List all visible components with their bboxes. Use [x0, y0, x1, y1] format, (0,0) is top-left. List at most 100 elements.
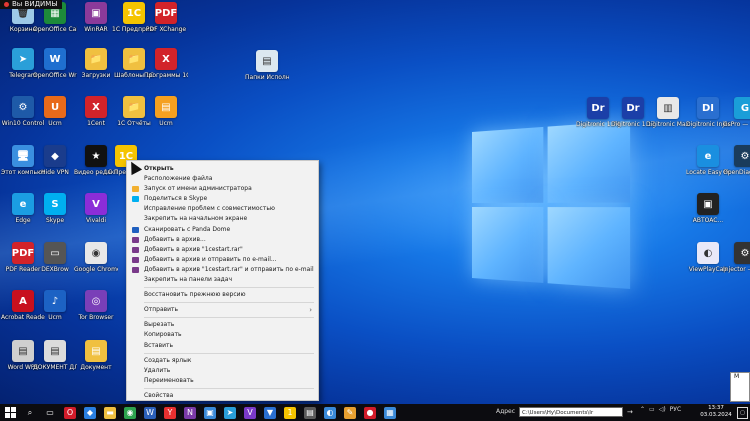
- clock[interactable]: 13:37 03.03.2024: [700, 405, 732, 418]
- address-go-icon[interactable]: →: [627, 408, 633, 416]
- address-label: Адрес: [496, 408, 516, 415]
- context-menu-item[interactable]: Переименовать: [127, 376, 318, 386]
- left-desktop-icon[interactable]: X 1Cent: [76, 96, 116, 127]
- context-menu-item[interactable]: Поделиться в Skype: [127, 194, 318, 204]
- window-thumbnail[interactable]: M: [730, 372, 750, 402]
- app-icon[interactable]: ▤: [304, 406, 316, 419]
- context-menu-item[interactable]: Сканировать с Panda Dome: [127, 225, 318, 235]
- right-desktop-icon[interactable]: G GsPro — ярлык: [723, 97, 750, 128]
- context-menu-item[interactable]: Добавить в архив...: [127, 235, 318, 245]
- context-menu-item[interactable]: Закрепить на начальном экране: [127, 214, 318, 224]
- context-menu-item[interactable]: Добавить в архив и отправить по e-mail..…: [127, 255, 318, 265]
- onenote-icon[interactable]: N: [184, 406, 196, 419]
- app-shortcut-icon: ▤: [155, 96, 177, 118]
- context-menu-item[interactable]: Вырезать: [127, 320, 318, 330]
- menu-item-label: Исправление проблем с совместимостью: [144, 205, 275, 213]
- right-desktop-icon[interactable]: ⚙ OpenDiagPro — ярлык: [723, 145, 750, 176]
- start-windows-icon[interactable]: [4, 407, 16, 419]
- desktop-icon-label: Google Chrome: [74, 266, 118, 273]
- left-desktop-icon[interactable]: PDF PDF XChange: [146, 2, 186, 33]
- left-desktop-icon[interactable]: ◉ Google Chrome: [74, 242, 118, 273]
- left-desktop-icon[interactable]: X Программы 1С: [144, 48, 188, 79]
- pin-icon[interactable]: ✎: [344, 406, 356, 419]
- right-desktop-icon[interactable]: ▥ Digitronic Max2.0.29.10: [646, 97, 690, 128]
- logo-pane: [547, 207, 631, 289]
- app-shortcut-icon: ⚙: [12, 96, 34, 118]
- logo-pane: [472, 126, 544, 203]
- left-desktop-icon[interactable]: U Ucm: [35, 96, 75, 127]
- task-view-icon[interactable]: ▭: [44, 406, 56, 419]
- left-desktop-icon[interactable]: S Skype: [35, 193, 75, 224]
- context-menu-item[interactable]: Открыть: [127, 164, 318, 174]
- menu-separator: [144, 287, 314, 289]
- menu-item-icon: [132, 256, 139, 263]
- context-menu-item[interactable]: Добавить в архив "1cestart.rar" и отправ…: [127, 265, 318, 275]
- system-tray: ⌃ ▭ ◁) РУС: [640, 406, 681, 413]
- network-icon[interactable]: ▭: [649, 406, 655, 413]
- context-menu-item[interactable]: Создать ярлык: [127, 356, 318, 366]
- photos-icon[interactable]: ▣: [204, 406, 216, 419]
- app-shortcut-icon: ◆: [44, 145, 66, 167]
- context-menu-item[interactable]: Закрепить на панели задач: [127, 275, 318, 285]
- 1c-icon[interactable]: 1: [284, 406, 296, 419]
- app-shortcut-icon: 📁: [123, 48, 145, 70]
- context-menu-item[interactable]: Удалить: [127, 366, 318, 376]
- address-input[interactable]: C:\Users\Hy\Documents\Ir: [519, 407, 623, 417]
- left-desktop-icon[interactable]: ♪ Ucm: [35, 290, 75, 321]
- left-desktop-icon[interactable]: ▭ DEXBrow: [35, 242, 75, 273]
- search-icon[interactable]: ⌕: [24, 406, 36, 419]
- context-menu-item[interactable]: Копировать: [127, 330, 318, 340]
- file-explorer-icon[interactable]: ▬: [104, 406, 116, 419]
- context-menu-item[interactable]: Запуск от имени администратора: [127, 184, 318, 194]
- desktop-icon-label: DEXBrow: [41, 266, 69, 273]
- left-desktop-icon[interactable]: ▤ ДОКУМЕНТ ДЛЯ ДОМА: [33, 340, 77, 371]
- right-desktop-icon[interactable]: DIDigitronic Injectio...: [686, 97, 730, 128]
- record-icon[interactable]: ●: [364, 406, 376, 419]
- telegram-icon[interactable]: ➤: [224, 406, 236, 419]
- context-menu-item[interactable]: Свойства: [127, 391, 318, 401]
- opera-icon[interactable]: O: [64, 406, 76, 419]
- dropbox-icon[interactable]: ◆: [84, 406, 96, 419]
- language-indicator[interactable]: РУС: [670, 406, 681, 413]
- left-desktop-icon[interactable]: ▣ WinRAR: [76, 2, 116, 33]
- right-desktop-icon[interactable]: ▣ ABTOAC...: [688, 193, 728, 224]
- vs-icon[interactable]: V: [244, 406, 256, 419]
- left-desktop-icon[interactable]: ◆ Hide VPN: [35, 145, 75, 176]
- menu-item-label: Создать ярлык: [144, 356, 192, 364]
- windows-logo: [472, 120, 633, 292]
- desktop-icon-label: Документ: [80, 364, 112, 371]
- tray-chevron-icon[interactable]: ⌃: [640, 406, 645, 413]
- context-menu-item[interactable]: Восстановить прежнюю версию: [127, 290, 318, 300]
- context-menu-item[interactable]: Отправить ›: [127, 305, 318, 315]
- capture-icon[interactable]: ▦: [384, 406, 396, 419]
- context-menu-item[interactable]: Добавить в архив "1cestart.rar": [127, 245, 318, 255]
- desktop-icon-label: Injector — ярлык: [723, 266, 750, 273]
- app-shortcut-icon: V: [85, 193, 107, 215]
- left-desktop-icon[interactable]: W OpenOffice Writer: [33, 48, 77, 79]
- vpn-icon[interactable]: ▼: [264, 406, 276, 419]
- context-menu-item[interactable]: Исправление проблем с совместимостью: [127, 204, 318, 214]
- right-desktop-icon[interactable]: eLocate Easy Fixit: [686, 145, 730, 176]
- volume-icon[interactable]: ◁): [659, 406, 666, 413]
- right-desktop-icon[interactable]: ◐ ViewPlayCap: [688, 242, 728, 273]
- right-desktop-icon[interactable]: ⚙ Injector — ярлык: [723, 242, 750, 273]
- notifications-icon[interactable]: ▢: [737, 407, 748, 419]
- app-shortcut-icon: ▤: [12, 340, 34, 362]
- left-desktop-icon[interactable]: ◎ Tor Browser: [76, 290, 116, 321]
- context-menu-item[interactable]: Вставить: [127, 341, 318, 351]
- context-menu-item[interactable]: Расположение файла: [127, 174, 318, 184]
- left-desktop-icon[interactable]: ▤ Документ: [76, 340, 116, 371]
- app-shortcut-icon: PDF: [12, 242, 34, 264]
- right-desktop-icon[interactable]: ▤ Папки Исполнение: [245, 50, 289, 81]
- desktop-icon-label: Ucm: [159, 120, 173, 127]
- screen-icon[interactable]: ◐: [324, 406, 336, 419]
- word-icon[interactable]: W: [144, 406, 156, 419]
- desktop-icon-label: OpenOffice Calc: [33, 26, 77, 33]
- chrome-icon[interactable]: ◉: [124, 406, 136, 419]
- yandex-icon[interactable]: Y: [164, 406, 176, 419]
- logo-pane: [472, 207, 544, 283]
- left-desktop-icon[interactable]: ▤ Ucm: [146, 96, 186, 127]
- left-desktop-icon[interactable]: V Vivaldi: [76, 193, 116, 224]
- left-desktop-icon[interactable]: 📁 Загрузки: [76, 48, 116, 79]
- desktop-icon-label: GsPro — ярлык: [723, 121, 750, 128]
